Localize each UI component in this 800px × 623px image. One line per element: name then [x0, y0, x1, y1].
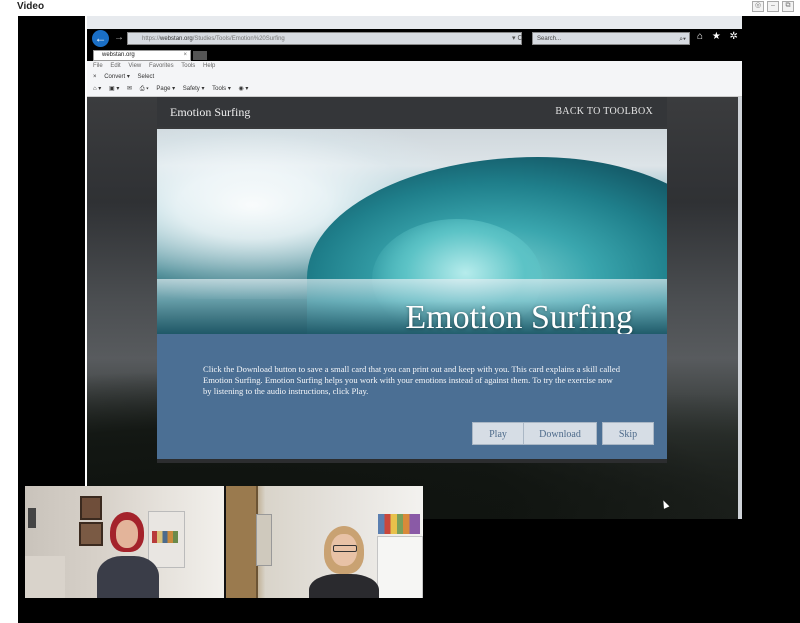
popout-icon[interactable]: ⧉ — [782, 1, 794, 12]
select-button[interactable]: Select — [138, 74, 155, 80]
address-bar[interactable]: https://webstan.org/Studies/Tools/Emotio… — [127, 32, 522, 45]
search-icon[interactable]: ⌕▾ — [679, 33, 686, 46]
search-placeholder: Search... — [537, 36, 562, 42]
menu-tools[interactable]: Tools — [181, 63, 195, 69]
menu-view[interactable]: View — [128, 63, 141, 69]
home-icon[interactable]: ⌂ ▾ — [93, 86, 101, 92]
window-title: Video — [17, 1, 45, 12]
pdf-convert-bar: × Convert ▾ Select — [87, 71, 742, 83]
search-input[interactable]: Search... ⌕▾ — [532, 32, 690, 45]
participant-body — [97, 556, 159, 598]
participant-video-2 — [226, 486, 423, 598]
back-to-toolbox-link[interactable]: BACK TO TOOLBOX — [555, 106, 653, 117]
address-row: ← → https://webstan.org/Studies/Tools/Em… — [87, 29, 742, 49]
minimize-icon[interactable]: – — [767, 1, 779, 12]
glasses — [333, 545, 357, 552]
url-prefix: https:// — [142, 36, 161, 42]
menu-help[interactable]: Help — [203, 63, 215, 69]
help-icon[interactable]: ◉ ▾ — [239, 86, 249, 92]
mail-icon[interactable]: ✉ — [127, 86, 132, 92]
tools-menu[interactable]: Tools ▾ — [212, 86, 231, 92]
refresh-icon[interactable]: ▾ C — [512, 32, 523, 45]
wave-hero-image: Emotion Surfing — [157, 129, 667, 334]
convert-button[interactable]: Convert ▾ — [104, 74, 130, 80]
app-header: Emotion Surfing BACK TO TOOLBOX — [157, 97, 667, 127]
participant-2 — [304, 526, 384, 598]
wall-poster — [256, 514, 272, 566]
menu-edit[interactable]: Edit — [110, 63, 120, 69]
page-menu[interactable]: Page ▾ — [156, 86, 175, 92]
page-content: Emotion Surfing BACK TO TOOLBOX Emotion … — [87, 97, 740, 519]
menu-bar: File Edit View Favorites Tools Help — [87, 61, 742, 71]
tab-strip: webstan.org × — [87, 49, 742, 61]
page-scrollbar[interactable] — [738, 97, 742, 519]
shared-browser-window: ← → https://webstan.org/Studies/Tools/Em… — [85, 16, 742, 519]
participant-video-1 — [25, 486, 224, 598]
hero-title: Emotion Surfing — [405, 299, 633, 334]
safety-menu[interactable]: Safety ▾ — [183, 86, 205, 92]
menu-file[interactable]: File — [93, 63, 103, 69]
page-title: Emotion Surfing — [170, 105, 251, 119]
description-text: Click the Download button to save a smal… — [203, 364, 621, 396]
tab-label: webstan.org — [102, 52, 135, 58]
close-icon[interactable]: × — [183, 51, 187, 60]
new-tab-button[interactable] — [193, 51, 207, 60]
participant-face — [116, 520, 138, 548]
door — [226, 486, 258, 598]
print-icon[interactable]: ⎙ ▾ — [140, 86, 149, 92]
home-star-gear-icons[interactable]: ⌂ ★ ✲ — [697, 31, 741, 42]
desk — [25, 556, 65, 598]
forward-arrow-icon[interactable]: → — [114, 32, 124, 43]
tab-webstan[interactable]: webstan.org × — [93, 50, 191, 61]
emotion-surfing-card: Emotion Surfing Click the Download butto… — [157, 129, 667, 459]
play-button[interactable]: Play — [472, 422, 524, 445]
participant-1 — [92, 512, 170, 598]
participant-body — [309, 574, 379, 598]
wall-frame — [28, 508, 36, 528]
window-controls: ◎ – ⧉ — [752, 1, 794, 12]
restore-icon[interactable]: ◎ — [752, 1, 764, 12]
menu-favorites[interactable]: Favorites — [149, 63, 174, 69]
command-bar: ⌂ ▾ ▣ ▾ ✉ ⎙ ▾ Page ▾ Safety ▾ Tools ▾ ◉ … — [87, 83, 742, 97]
app-title-bar: Video ◎ – ⧉ — [0, 0, 800, 14]
video-stage: ← → https://webstan.org/Studies/Tools/Em… — [18, 16, 800, 623]
url-domain: webstan.org — [160, 36, 193, 42]
description-panel: Click the Download button to save a smal… — [157, 334, 667, 459]
close-icon[interactable]: × — [93, 74, 97, 80]
download-button[interactable]: Download — [523, 422, 597, 445]
skip-button[interactable]: Skip — [602, 422, 654, 445]
feeds-icon[interactable]: ▣ ▾ — [109, 86, 119, 92]
url-path: /Studies/Tools/Emotion%20Surfing — [192, 36, 285, 42]
back-arrow-icon[interactable]: ← — [92, 30, 109, 47]
card-bottom-edge — [157, 459, 667, 463]
shelf-toys — [378, 514, 420, 534]
